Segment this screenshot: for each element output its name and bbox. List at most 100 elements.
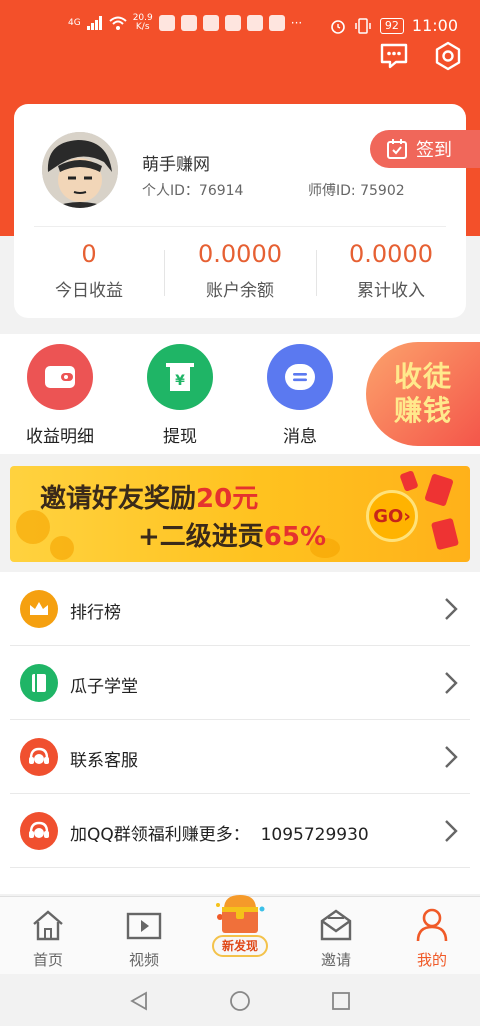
user-id-label: 个人ID： bbox=[142, 183, 199, 199]
status-left: 4G 20.9 K/s ··· bbox=[68, 14, 302, 32]
home-icon bbox=[33, 910, 63, 941]
tab-mine[interactable]: 我的 bbox=[384, 905, 480, 970]
mentor-id: 师傅ID: 75902 bbox=[308, 180, 405, 200]
headset-icon bbox=[20, 812, 58, 850]
wallet-icon bbox=[27, 344, 93, 410]
invite-banner[interactable]: 邀请好友奖励20元 +二级进贡65% GO › bbox=[10, 466, 470, 562]
banner-line2-highlight: 65% bbox=[263, 522, 327, 552]
action-label: 消息 bbox=[283, 427, 317, 447]
banner-go-button[interactable]: GO › bbox=[366, 490, 418, 542]
go-label: GO bbox=[373, 505, 404, 527]
menu-item-customer-service[interactable]: 联系客服 bbox=[10, 720, 470, 794]
system-nav-bar bbox=[0, 974, 480, 1026]
signin-button[interactable]: 签到 bbox=[370, 130, 480, 168]
header-actions bbox=[378, 40, 464, 72]
banner-line2-text: +二级进贡 bbox=[138, 522, 264, 552]
divider bbox=[34, 226, 446, 227]
tab-discover[interactable]: 新发现 bbox=[200, 887, 280, 971]
stat-value: 0 bbox=[81, 240, 97, 268]
book-icon bbox=[20, 664, 58, 702]
more-notifications-icon: ··· bbox=[290, 16, 303, 30]
menu-item-qq-group[interactable]: 加QQ群领福利赚更多： 1095729930 bbox=[10, 794, 470, 868]
action-earnings-detail[interactable]: 收益明细 bbox=[15, 344, 105, 447]
network-speed: 20.9 K/s bbox=[133, 14, 153, 32]
quick-actions: 收益明细 ¥ 提现 消息 收徒 赚钱 bbox=[0, 334, 480, 454]
wifi-icon bbox=[109, 16, 127, 30]
action-messages[interactable]: 消息 bbox=[255, 344, 345, 447]
stat-today-earnings[interactable]: 0 今日收益 bbox=[14, 240, 164, 301]
coin-decoration bbox=[16, 510, 50, 544]
menu-item-ranking[interactable]: 排行榜 bbox=[10, 572, 470, 646]
calendar-check-icon bbox=[387, 139, 407, 159]
notification-app-icon bbox=[268, 15, 285, 31]
menu-item-label: 加QQ群领福利赚更多： 1095729930 bbox=[70, 825, 369, 845]
notification-app-icon bbox=[202, 15, 219, 31]
stat-label: 今日收益 bbox=[55, 281, 123, 301]
signal-icon bbox=[86, 16, 102, 30]
action-label: 提现 bbox=[163, 427, 197, 447]
recents-icon[interactable] bbox=[330, 990, 352, 1012]
tab-label: 新发现 bbox=[212, 935, 268, 957]
stat-label: 账户余额 bbox=[206, 281, 274, 301]
alarm-icon bbox=[331, 19, 345, 34]
action-label: 收益明细 bbox=[26, 427, 94, 447]
stat-value: 0.0000 bbox=[198, 240, 282, 268]
settings-icon[interactable] bbox=[432, 40, 464, 72]
red-envelope-icon bbox=[430, 517, 460, 551]
svg-text:¥: ¥ bbox=[175, 373, 185, 389]
menu-item-academy[interactable]: 瓜子学堂 bbox=[10, 646, 470, 720]
avatar-image bbox=[42, 132, 118, 208]
action-withdraw[interactable]: ¥ 提现 bbox=[135, 344, 225, 447]
notification-app-icon bbox=[158, 15, 175, 31]
tab-video[interactable]: 视频 bbox=[96, 905, 192, 970]
message-icon[interactable] bbox=[378, 40, 410, 72]
tab-label: 我的 bbox=[416, 951, 447, 969]
battery-indicator: 92 bbox=[379, 17, 404, 34]
notification-app-icon bbox=[246, 15, 263, 31]
tab-invite[interactable]: 邀请 bbox=[288, 905, 384, 970]
banner-line2: +二级进贡65% bbox=[138, 516, 326, 553]
speed-unit: K/s bbox=[135, 22, 150, 32]
menu-item-label: 瓜子学堂 bbox=[70, 677, 138, 697]
message-icon bbox=[267, 344, 333, 410]
profile-card: 萌手赚网 个人ID：76914 师傅ID: 75902 签到 0 今日收益 0.… bbox=[14, 104, 480, 318]
stat-value: 0.0000 bbox=[349, 240, 433, 268]
back-icon[interactable] bbox=[128, 990, 150, 1012]
stat-account-balance[interactable]: 0.0000 账户余额 bbox=[165, 240, 315, 301]
chevron-right-icon bbox=[445, 746, 458, 768]
banner-line1-text: 邀请好友奖励 bbox=[40, 484, 197, 514]
vibrate-icon bbox=[355, 17, 371, 34]
network-indicator: 4G bbox=[68, 17, 81, 28]
recruit-line2: 赚钱 bbox=[394, 394, 453, 427]
stat-label: 累计收入 bbox=[357, 281, 425, 301]
mentor-id-label: 师傅ID: bbox=[308, 183, 356, 199]
user-id-value: 76914 bbox=[198, 183, 244, 199]
recruit-earn-button[interactable]: 收徒 赚钱 bbox=[366, 342, 480, 446]
envelope-icon bbox=[320, 909, 352, 941]
user-id: 个人ID：76914 bbox=[142, 180, 243, 200]
signin-label: 签到 bbox=[416, 140, 452, 161]
menu-item-label: 排行榜 bbox=[70, 603, 121, 623]
mentor-id-value: 75902 bbox=[360, 183, 405, 199]
chevron-right-icon bbox=[445, 820, 458, 842]
atm-icon: ¥ bbox=[147, 344, 213, 410]
status-right: 92 11:00 bbox=[330, 16, 458, 35]
nickname: 萌手赚网 bbox=[142, 155, 210, 175]
notification-app-icon bbox=[180, 15, 197, 31]
tab-label: 首页 bbox=[32, 951, 63, 969]
video-icon bbox=[126, 912, 162, 940]
banner-line1: 邀请好友奖励20元 bbox=[40, 478, 258, 515]
recruit-line1: 收徒 bbox=[394, 360, 453, 393]
menu-item-label: 联系客服 bbox=[70, 751, 138, 771]
avatar[interactable] bbox=[42, 132, 118, 208]
home-nav-icon[interactable] bbox=[229, 990, 251, 1012]
notification-app-icon bbox=[224, 15, 241, 31]
bottom-tab-bar: 首页 视频 新发现 邀请 我的 bbox=[0, 895, 480, 974]
tab-label: 视频 bbox=[128, 951, 159, 969]
coin-decoration bbox=[50, 536, 74, 560]
red-envelope-icon bbox=[424, 473, 454, 507]
stat-total-income[interactable]: 0.0000 累计收入 bbox=[316, 240, 466, 301]
tab-home[interactable]: 首页 bbox=[0, 905, 96, 970]
red-envelope-icon bbox=[399, 470, 419, 492]
chevron-right-icon bbox=[445, 672, 458, 694]
